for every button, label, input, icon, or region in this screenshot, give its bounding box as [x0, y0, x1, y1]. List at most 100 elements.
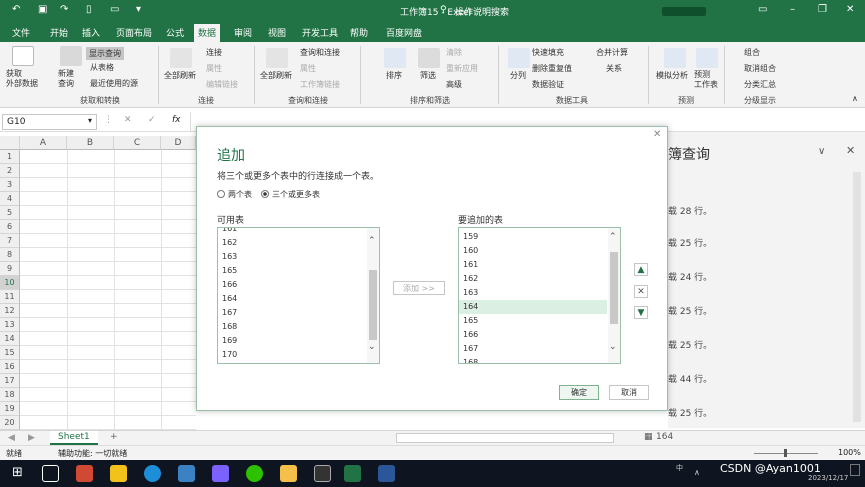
ribbon-options-icon[interactable]: ▭ [758, 4, 767, 15]
taskbar-date[interactable]: 2023/12/17 [808, 474, 848, 482]
search-box[interactable]: 操作说明搜索 [455, 5, 509, 18]
row-header[interactable]: 17 [0, 374, 20, 388]
list-item[interactable]: 159 [463, 232, 478, 241]
row-header[interactable]: 11 [0, 290, 20, 304]
column-header[interactable]: D [161, 136, 196, 150]
tab-formulas[interactable]: 公式 [166, 26, 184, 39]
task-view-icon[interactable] [42, 465, 59, 482]
accessibility-status[interactable]: 辅助功能: 一切就绪 [58, 448, 127, 459]
forecast-sheet-button[interactable]: 预测 工作表 [694, 70, 718, 90]
minimize-icon[interactable]: – [790, 4, 795, 15]
tab-help[interactable]: 帮助 [350, 26, 368, 39]
new-file-icon[interactable]: ▯ [86, 4, 92, 15]
list-item[interactable]: 168 [222, 322, 237, 331]
new-query-button[interactable]: 新建 查询 [58, 69, 74, 89]
list-item[interactable]: 165 [222, 266, 237, 275]
file-explorer-icon[interactable] [280, 465, 297, 482]
start-icon[interactable]: ⊞ [12, 465, 23, 480]
close-icon[interactable]: ✕ [846, 4, 854, 15]
ungroup-button[interactable]: 取消组合 [744, 63, 776, 74]
app-icon[interactable] [212, 465, 229, 482]
available-tables-list[interactable]: 161 162 163 165 166 164 167 168 169 170 … [217, 227, 380, 364]
excel-icon[interactable] [344, 465, 361, 482]
row-header[interactable]: 18 [0, 388, 20, 402]
show-query-button[interactable]: 显示查询 [86, 47, 124, 60]
horizontal-scrollbar[interactable] [396, 433, 614, 443]
notification-icon[interactable] [850, 464, 860, 476]
group-button[interactable]: 组合 [744, 47, 760, 58]
what-if-analysis-button[interactable]: 模拟分析 [656, 70, 688, 81]
flash-fill-button[interactable]: 快速填充 [532, 47, 564, 58]
list-item[interactable]: 167 [463, 344, 478, 353]
insert-function-icon[interactable]: fx [172, 115, 181, 125]
select-all-corner[interactable] [0, 136, 20, 150]
name-box[interactable]: G10 [2, 114, 97, 130]
list-item[interactable]: 169 [222, 336, 237, 345]
filter-button[interactable]: 筛选 [420, 70, 436, 81]
word-icon[interactable] [378, 465, 395, 482]
pane-options-icon[interactable]: ∨ [818, 146, 825, 157]
list-item[interactable]: 164 [222, 294, 237, 303]
queries-connections-button[interactable]: 查询和连接 [300, 47, 340, 58]
row-header[interactable]: 1 [0, 150, 20, 164]
tab-baidu-netdisk[interactable]: 百度网盘 [386, 26, 422, 39]
tables-to-append-list[interactable]: 159 160 161 162 163 164 165 166 167 168 … [458, 227, 621, 364]
list-item[interactable]: 165 [463, 316, 478, 325]
tab-data[interactable]: 数据 [194, 24, 221, 42]
row-header[interactable]: 5 [0, 206, 20, 220]
add-sheet-icon[interactable]: + [110, 432, 118, 442]
connections-button[interactable]: 连接 [206, 47, 222, 58]
query-item[interactable]: 载 25 行。 [668, 236, 712, 249]
list-item[interactable]: 163 [222, 252, 237, 261]
row-header[interactable]: 12 [0, 304, 20, 318]
move-down-button[interactable]: ▼ [634, 306, 648, 319]
row-header[interactable]: 9 [0, 262, 20, 276]
radio-two-tables[interactable]: 两个表 [217, 189, 252, 200]
query-item[interactable]: 载 44 行。 [668, 372, 712, 385]
scroll-down-icon[interactable]: ⌄ [609, 342, 617, 352]
list-item[interactable]: 160 [463, 246, 478, 255]
refresh-all-2-button[interactable]: 全部刷新 [260, 70, 292, 81]
remove-button[interactable]: ✕ [634, 285, 648, 298]
row-header[interactable]: 19 [0, 402, 20, 416]
column-header[interactable]: B [67, 136, 114, 150]
spreadsheet-grid[interactable]: A B C D 12345678910111213141516171819202… [0, 136, 196, 458]
row-header[interactable]: 3 [0, 178, 20, 192]
collapse-ribbon-icon[interactable]: ∧ [852, 94, 858, 103]
tab-developer[interactable]: 开发工具 [302, 26, 338, 39]
search-icon[interactable]: ⚲ [440, 5, 447, 15]
scroll-prev-sheet-icon[interactable]: ◀ [8, 433, 15, 443]
list-item[interactable]: 162 [463, 274, 478, 283]
scroll-thumb[interactable] [369, 270, 377, 340]
row-header[interactable]: 7 [0, 234, 20, 248]
row-header[interactable]: 4 [0, 192, 20, 206]
list-item[interactable]: 167 [222, 308, 237, 317]
row-header[interactable]: 13 [0, 318, 20, 332]
tab-view[interactable]: 视图 [268, 26, 286, 39]
query-item[interactable]: 载 25 行。 [668, 406, 712, 419]
scroll-up-icon[interactable]: ⌃ [368, 236, 376, 246]
column-header[interactable]: A [20, 136, 67, 150]
ime-indicator[interactable]: 中 [676, 463, 683, 473]
scroll-down-icon[interactable]: ⌄ [368, 342, 376, 352]
open-folder-icon[interactable]: ▭ [110, 4, 119, 15]
tab-file[interactable]: 文件 [12, 26, 30, 39]
row-header[interactable]: 6 [0, 220, 20, 234]
query-item[interactable]: 载 28 行。 [668, 204, 712, 217]
row-header[interactable]: 20 [0, 416, 20, 430]
maximize-icon[interactable]: ❐ [818, 4, 827, 15]
list-item[interactable]: 162 [222, 238, 237, 247]
zoom-level[interactable]: 100% [838, 448, 861, 457]
sheet-tab-sheet1[interactable]: Sheet1 [50, 431, 98, 445]
move-up-button[interactable]: ▲ [634, 263, 648, 276]
redo-icon[interactable]: ↷ [60, 4, 68, 15]
query-item[interactable]: 载 25 行。 [668, 338, 712, 351]
row-header[interactable]: 16 [0, 360, 20, 374]
tab-review[interactable]: 审阅 [234, 26, 252, 39]
scroll-up-icon[interactable]: ⌃ [609, 232, 617, 242]
from-table-button[interactable]: 从表格 [90, 62, 114, 73]
cancel-entry-icon[interactable]: ✕ [124, 115, 132, 125]
refresh-all-button[interactable]: 全部刷新 [164, 70, 196, 81]
tab-page-layout[interactable]: 页面布局 [116, 26, 152, 39]
terminal-icon[interactable] [314, 465, 331, 482]
